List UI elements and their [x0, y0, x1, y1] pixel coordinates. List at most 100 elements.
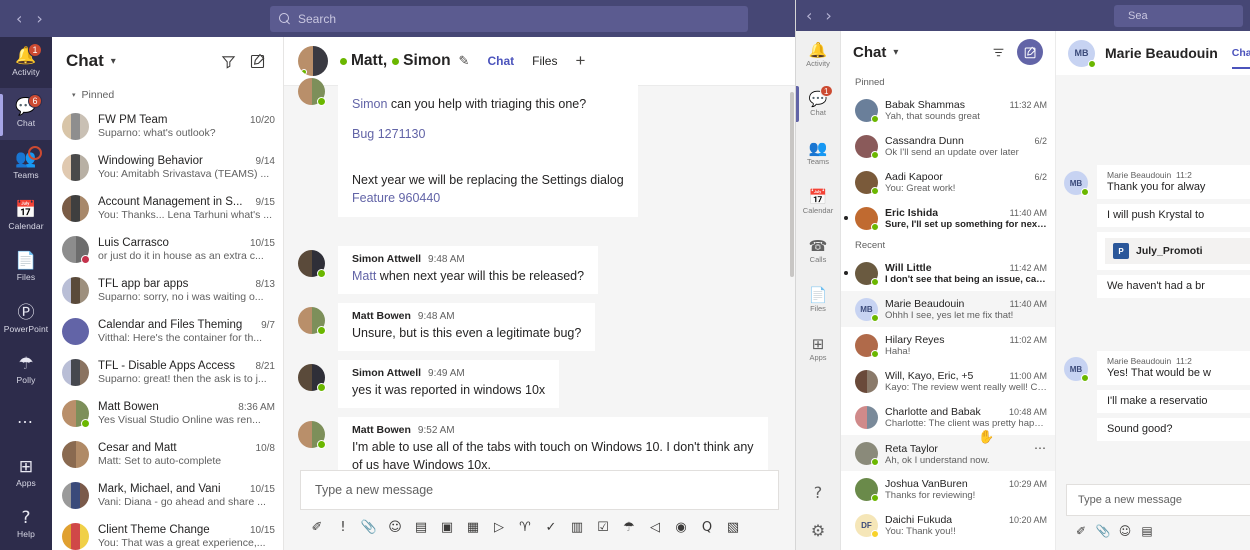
chat-list-item[interactable]: TFL app bar apps 8/13 Suparno: sorry, no i… [52, 270, 283, 311]
rail-item-chat[interactable]: 1 💬 Chat [796, 80, 841, 129]
rail-item-files[interactable]: 📄 Files [0, 242, 52, 293]
chat-list-item[interactable]: DF Daichi Fukuda 10:20 AM You: Thank you!! [841, 507, 1055, 543]
rail-item-apps[interactable]: ⊞ Apps [0, 447, 52, 498]
chat-list-item[interactable]: Account Management in S... 9/15 You: Thank… [52, 188, 283, 229]
important-icon[interactable]: ! [330, 514, 356, 540]
message-body: Matt when next year will this be release… [352, 268, 585, 283]
chat-list-item[interactable]: Matt Bowen 8:36 AM Yes Visual Studio Onlin… [52, 393, 283, 434]
chat-list-item[interactable]: Cesar and Matt 10/8 Matt: Set to auto-comp… [52, 434, 283, 475]
chat-list-item[interactable]: TFL - Disable Apps Access 8/21 Suparno: gr… [52, 352, 283, 393]
chat-list-item[interactable]: Eric Ishida 11:40 AM Sure, I'll set up som… [841, 200, 1055, 236]
avatar-initials: MB [1074, 48, 1089, 58]
compose-icon[interactable] [1017, 39, 1043, 65]
rail-help-icon[interactable]: ? [796, 474, 841, 512]
vertical-scrollbar[interactable] [790, 92, 794, 277]
rail-item-calendar[interactable]: 📅 Calendar [796, 178, 841, 227]
more-apps-icon[interactable]: ▧ [720, 514, 746, 540]
compose-icon[interactable] [247, 50, 269, 72]
chat-list-item[interactable]: Calendar and Files Theming 9/7 Vitthal: He… [52, 311, 283, 352]
rail-item-more[interactable]: ⋯ [0, 396, 52, 447]
attach-icon[interactable]: 📎 [356, 514, 382, 540]
rail-item-powerpoint[interactable]: Ⓟ PowerPoint [0, 293, 52, 344]
message-input[interactable]: Type a new message [300, 470, 779, 510]
chat-list-item[interactable]: Babak Shammas 11:32 AM Yah, that sounds gr… [841, 92, 1055, 128]
avatar [62, 154, 89, 181]
file-attachment[interactable]: P July_Promoti [1105, 238, 1250, 264]
rail-item-help[interactable]: ? Help [0, 499, 52, 550]
quiz-icon[interactable]: Q [694, 514, 720, 540]
chat-list-item[interactable]: Will, Kayo, Eric, +5 11:00 AM Kayo: The re… [841, 363, 1055, 399]
mention[interactable]: Simon [352, 97, 387, 111]
yammer-icon[interactable]: ◁ [642, 514, 668, 540]
chat-list-item[interactable]: Hilary Reyes 11:02 AM Haha! [841, 327, 1055, 363]
files-icon: 📄 [15, 251, 37, 272]
rail-item-polly[interactable]: ☂ Polly [0, 345, 52, 396]
chat-list-item[interactable]: Aadi Kapoor 6/2 You: Great work! [841, 164, 1055, 200]
presence-indicator [81, 255, 90, 264]
attach-icon[interactable]: 📎 [1092, 520, 1114, 542]
rail-item-activity[interactable]: 1 🔔 Activity [0, 37, 52, 88]
chevron-down-icon[interactable]: ▾ [893, 47, 898, 58]
record-icon[interactable]: ◉ [668, 514, 694, 540]
search-input[interactable]: Search [270, 5, 748, 32]
chat-list-item[interactable]: Cassandra Dunn 6/2 Ok I'll send an update … [841, 128, 1055, 164]
chat-list-item[interactable]: Luis Carrasco 10/15 or just do it in house… [52, 229, 283, 270]
rail-item-apps[interactable]: ⊞ Apps [796, 325, 841, 374]
message-input-secondary[interactable]: Type a new message [1066, 484, 1250, 516]
chat-list-item[interactable]: Joshua VanBuren 10:29 AM Thanks for review… [841, 471, 1055, 507]
chat-list-item[interactable]: Reta Taylor ⋯ Ah, ok I understand now. [841, 435, 1055, 471]
rail-item-calendar[interactable]: 📅 Calendar [0, 191, 52, 242]
format-icon[interactable]: ✐ [1070, 520, 1092, 542]
format-icon[interactable]: ✐ [304, 514, 330, 540]
work-item-link-2[interactable]: Feature 960440 [352, 189, 624, 207]
rail-item-chat[interactable]: 6 💬 Chat [0, 88, 52, 140]
collapse-triangle-icon[interactable]: ▾ [72, 91, 76, 99]
rail-item-files[interactable]: 📄 Files [796, 276, 841, 325]
more-options-icon[interactable]: ⋯ [1034, 441, 1047, 455]
tab-chat[interactable]: Chat [1231, 31, 1250, 75]
forms-icon[interactable]: ▥ [564, 514, 590, 540]
forward-icon[interactable]: › [36, 10, 42, 27]
emoji-icon[interactable]: ☺ [382, 514, 408, 540]
chat-list-item[interactable]: FW PM Team 10/20 Suparno: what's outlook? [52, 106, 283, 147]
giphy-icon[interactable]: ▤ [408, 514, 434, 540]
filter-icon[interactable] [987, 41, 1009, 63]
pencil-icon[interactable]: ✎ [459, 54, 470, 69]
message-scroll-area-secondary[interactable]: MB Marie Beaudouin 11:2 Thank you for alwa… [1056, 75, 1250, 484]
rail-item-activity[interactable]: 🔔 Activity [796, 31, 841, 80]
filter-icon[interactable] [217, 50, 239, 72]
avatar [855, 441, 879, 466]
chat-item-preview: Suparno: sorry, no i was waiting o... [98, 291, 264, 303]
more-apps-icon[interactable]: ⋯ [17, 412, 35, 432]
mention[interactable]: Matt [352, 269, 376, 283]
chat-list-item[interactable]: Client Theme Change 10/15 You: That was a … [52, 516, 283, 550]
nav-arrows: ‹ › [0, 10, 270, 27]
rail-item-calls[interactable]: ☎ Calls [796, 227, 841, 276]
meet-now-icon[interactable]: ▦ [460, 514, 486, 540]
rail-item-teams[interactable]: 👥 Teams [796, 129, 841, 178]
sticker-icon[interactable]: ▣ [434, 514, 460, 540]
emoji-icon[interactable]: ☺ [1114, 520, 1136, 542]
work-item-link[interactable]: Bug 1271130 [352, 125, 624, 143]
chat-list-item[interactable]: Kadji Bell10:02 AMYou: I like the idea, … [841, 543, 1055, 550]
message-scroll-area[interactable]: Simon can you help with triaging this on… [284, 74, 795, 495]
praise-icon[interactable]: ♈ [512, 514, 538, 540]
forward-icon[interactable]: › [825, 7, 831, 24]
back-icon[interactable]: ‹ [16, 10, 22, 27]
search-input-secondary[interactable]: Sea [1114, 4, 1243, 27]
chat-list-item[interactable]: Windowing Behavior 9/14 You: Amitabh Sriva… [52, 147, 283, 188]
polly-icon[interactable]: ☂ [616, 514, 642, 540]
rail-item-label: Polly [16, 374, 36, 385]
chat-list-item[interactable]: MB Marie Beaudouin 11:40 AM Ohhh I see, yes… [841, 291, 1055, 327]
rail-settings-icon[interactable]: ⚙ [796, 512, 841, 550]
chevron-down-icon[interactable]: ▾ [111, 56, 116, 67]
chat-list-item[interactable]: Charlotte and Babak 10:48 AM Charlotte: Th… [841, 399, 1055, 435]
back-icon[interactable]: ‹ [806, 7, 812, 24]
giphy-icon[interactable]: ▤ [1136, 520, 1158, 542]
tasks-icon[interactable]: ☑ [590, 514, 616, 540]
chat-list-item[interactable]: Mark, Michael, and Vani 10/15 Vani: Diana … [52, 475, 283, 516]
rail-item-teams[interactable]: 👥 Teams [0, 140, 52, 191]
stream-icon[interactable]: ▷ [486, 514, 512, 540]
chat-list-item[interactable]: Will Little 11:42 AM I don't see that bein… [841, 255, 1055, 291]
approvals-icon[interactable]: ✓ [538, 514, 564, 540]
